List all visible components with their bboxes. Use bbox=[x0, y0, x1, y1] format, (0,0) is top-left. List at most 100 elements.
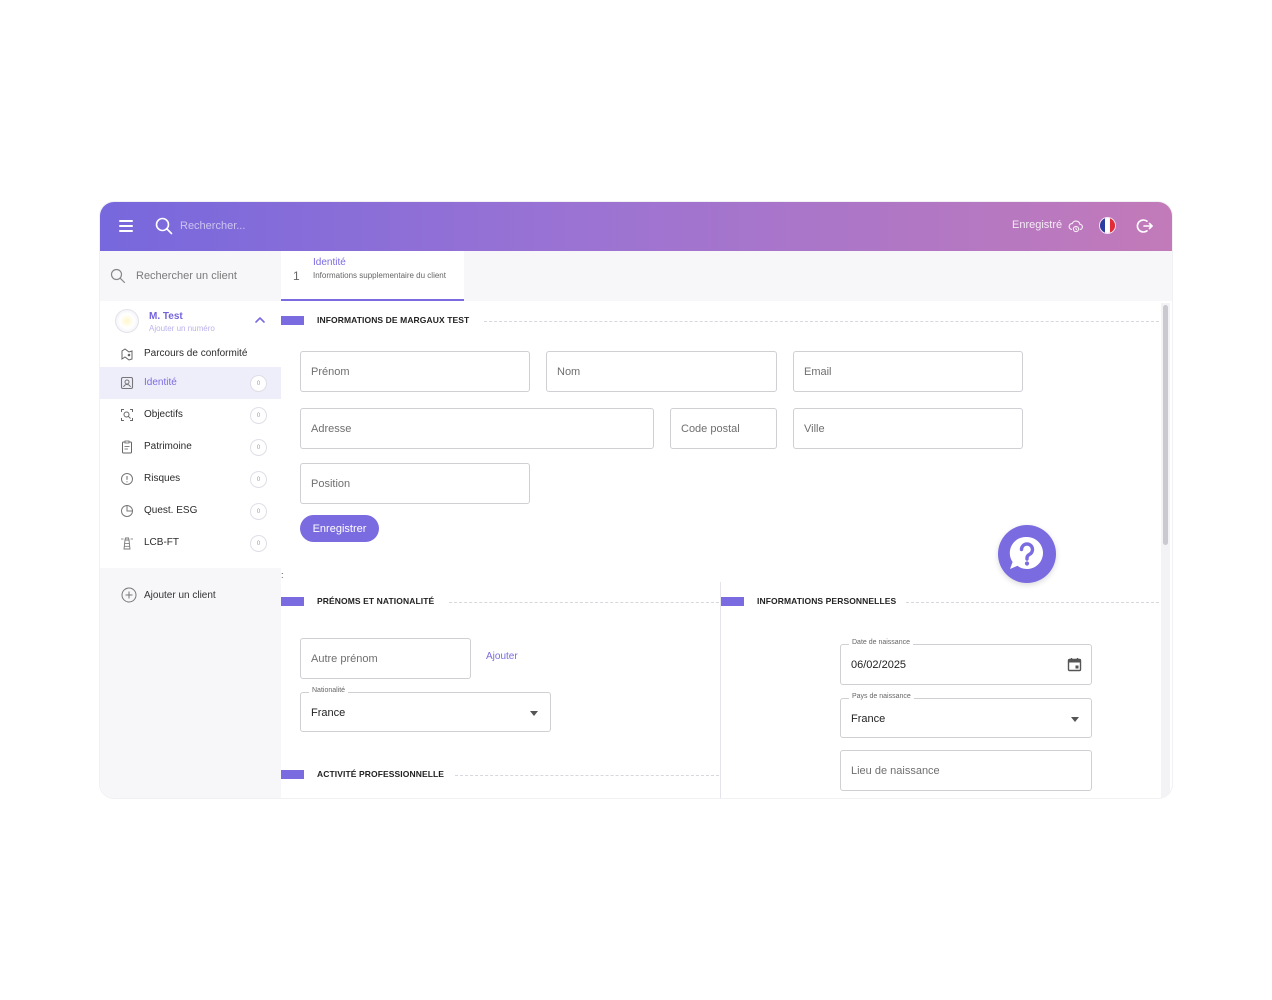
clipboard-icon bbox=[122, 440, 132, 454]
count-badge: 0 bbox=[250, 407, 267, 424]
prenom-input[interactable] bbox=[311, 352, 519, 391]
route-icon bbox=[121, 348, 133, 361]
nom-field[interactable] bbox=[546, 351, 777, 392]
lieu-naissance-input[interactable] bbox=[851, 751, 1081, 790]
ville-input[interactable] bbox=[804, 409, 1012, 448]
sidebar-item-label: Risques bbox=[144, 473, 181, 484]
count-badge: 0 bbox=[250, 471, 267, 488]
section-divider bbox=[455, 775, 719, 776]
date-naissance-field[interactable]: Date de naissance 06/02/2025 bbox=[840, 639, 1092, 685]
search-icon bbox=[155, 217, 173, 235]
tab-identite[interactable]: 1 Identité Informations supplementaire d… bbox=[281, 251, 464, 301]
section-title: INFORMATIONS DE MARGAUX TEST bbox=[317, 315, 470, 325]
scrollbar[interactable] bbox=[1161, 303, 1170, 798]
sidebar-item-risques[interactable]: Risques 0 bbox=[100, 463, 281, 495]
warning-circle-icon bbox=[121, 473, 133, 485]
date-naissance-value[interactable]: 06/02/2025 bbox=[851, 659, 906, 671]
cloud-sync-icon bbox=[1068, 220, 1083, 233]
sidebar-item-label: Patrimoine bbox=[144, 441, 192, 452]
sidebar-item-identite[interactable]: Identité 0 bbox=[100, 367, 281, 399]
sidebar-item-parcours[interactable]: Parcours de conformité bbox=[100, 338, 281, 370]
main-content: 1 Identité Informations supplementaire d… bbox=[281, 251, 1172, 798]
target-search-icon bbox=[121, 409, 133, 421]
sidebar-item-objectifs[interactable]: Objectifs 0 bbox=[100, 399, 281, 431]
caret-down-icon bbox=[530, 711, 538, 716]
french-flag-icon[interactable] bbox=[1099, 217, 1116, 234]
column-divider bbox=[720, 582, 721, 798]
sidebar-item-label: Parcours de conformité bbox=[144, 348, 248, 359]
position-input[interactable] bbox=[311, 464, 519, 503]
code-postal-field[interactable] bbox=[670, 408, 777, 449]
client-search bbox=[100, 251, 281, 301]
logout-icon[interactable] bbox=[1136, 217, 1154, 235]
sidebar-item-label: Objectifs bbox=[144, 409, 183, 420]
section-marker bbox=[721, 597, 744, 606]
pays-naissance-select[interactable]: Pays de naissance France bbox=[840, 693, 1092, 738]
plus-circle-icon bbox=[121, 587, 137, 603]
global-search-input[interactable] bbox=[180, 217, 380, 235]
ajouter-prenom-link[interactable]: Ajouter bbox=[486, 651, 518, 662]
email-input[interactable] bbox=[804, 352, 1012, 391]
add-client-label: Ajouter un client bbox=[144, 590, 216, 601]
count-badge: 0 bbox=[250, 535, 267, 552]
section-title: INFORMATIONS PERSONNELLES bbox=[757, 596, 897, 606]
email-field[interactable] bbox=[793, 351, 1023, 392]
section-title: PRÉNOMS ET NATIONALITÉ bbox=[317, 596, 435, 606]
autre-prenom-input[interactable] bbox=[311, 639, 460, 678]
add-client-button[interactable]: Ajouter un client bbox=[100, 577, 281, 613]
sidebar: M. Test Ajouter un numéro Parcours de co… bbox=[100, 251, 281, 798]
nom-input[interactable] bbox=[557, 352, 766, 391]
pays-naissance-label: Pays de naissance bbox=[849, 693, 914, 700]
code-postal-input[interactable] bbox=[681, 409, 766, 448]
search-icon bbox=[110, 268, 126, 284]
help-chat-icon bbox=[1009, 536, 1043, 569]
pie-chart-icon bbox=[121, 505, 133, 517]
help-button[interactable] bbox=[998, 525, 1056, 583]
section-title: ACTIVITÉ PROFESSIONNELLE bbox=[317, 769, 445, 779]
tab-step-number: 1 bbox=[293, 269, 300, 283]
section-header-personal: INFORMATIONS PERSONNELLES bbox=[721, 595, 1161, 609]
save-button[interactable]: Enregistrer bbox=[300, 515, 379, 542]
section-divider bbox=[484, 321, 1159, 322]
nationalite-value: France bbox=[311, 707, 346, 719]
section-header-info: INFORMATIONS DE MARGAUX TEST bbox=[281, 314, 1161, 328]
caret-down-icon bbox=[1071, 717, 1079, 722]
count-badge: 0 bbox=[250, 503, 267, 520]
client-search-input[interactable] bbox=[136, 267, 276, 285]
section-header-names: PRÉNOMS ET NATIONALITÉ bbox=[281, 595, 720, 609]
avatar bbox=[115, 309, 139, 333]
menu-icon[interactable] bbox=[119, 220, 133, 232]
section-marker bbox=[281, 316, 304, 325]
sidebar-item-label: Quest. ESG bbox=[144, 505, 198, 516]
add-number-link[interactable]: Ajouter un numéro bbox=[149, 324, 215, 333]
section-marker bbox=[281, 597, 304, 606]
saved-status-label: Enregistré bbox=[1012, 219, 1063, 231]
scrollbar-thumb[interactable] bbox=[1163, 305, 1168, 545]
autre-prenom-field[interactable] bbox=[300, 638, 471, 679]
count-badge: 0 bbox=[250, 439, 267, 456]
section-divider bbox=[906, 602, 1159, 603]
adresse-input[interactable] bbox=[311, 409, 643, 448]
sidebar-item-lcb-ft[interactable]: LCB-FT 0 bbox=[100, 527, 281, 559]
nationalite-label: Nationalité bbox=[309, 687, 349, 694]
sidebar-item-quest-esg[interactable]: Quest. ESG 0 bbox=[100, 495, 281, 527]
count-badge: 0 bbox=[250, 375, 267, 392]
pays-naissance-value: France bbox=[851, 713, 886, 725]
tab-subtitle: Informations supplementaire du client bbox=[313, 271, 446, 280]
position-field[interactable] bbox=[300, 463, 530, 504]
lieu-naissance-field[interactable] bbox=[840, 750, 1092, 791]
section-marker bbox=[281, 770, 304, 779]
id-card-icon bbox=[120, 376, 134, 390]
client-card: M. Test Ajouter un numéro Parcours de co… bbox=[100, 301, 281, 568]
client-name[interactable]: M. Test bbox=[149, 311, 183, 322]
prenom-field[interactable] bbox=[300, 351, 530, 392]
sidebar-item-patrimoine[interactable]: Patrimoine 0 bbox=[100, 431, 281, 463]
calendar-icon[interactable] bbox=[1067, 657, 1082, 672]
chevron-up-icon[interactable] bbox=[254, 315, 266, 325]
nationalite-select[interactable]: Nationalité France bbox=[300, 687, 551, 732]
tab-bar: 1 Identité Informations supplementaire d… bbox=[281, 251, 1172, 301]
ville-field[interactable] bbox=[793, 408, 1023, 449]
sidebar-item-label: Identité bbox=[144, 377, 177, 388]
adresse-field[interactable] bbox=[300, 408, 654, 449]
section-divider bbox=[449, 602, 719, 603]
